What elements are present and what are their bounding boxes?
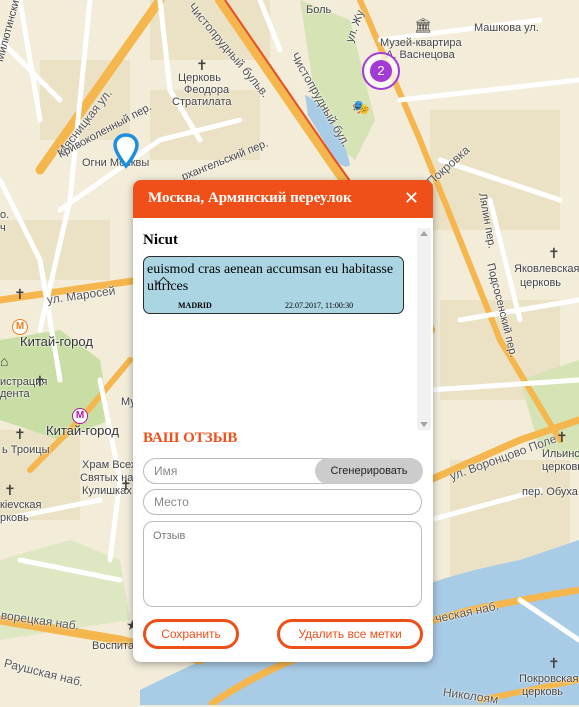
map-label: Боль: [306, 4, 332, 16]
map-label: церковь: [522, 686, 564, 698]
placemark-pin-icon[interactable]: [113, 133, 139, 169]
map-label: ь Троицы: [2, 444, 50, 456]
church-icon: ✝: [548, 245, 560, 261]
church-icon: ✝: [4, 482, 16, 498]
church-icon: ✝: [14, 286, 26, 302]
review-date: 22.07.2017, 11:00:30: [285, 301, 354, 310]
cluster-count: 2: [370, 60, 392, 82]
review-placeholder: Отзыв: [153, 530, 186, 542]
scroll-up-icon[interactable]: [420, 231, 428, 236]
church-icon: ✝: [556, 429, 568, 445]
review-dialog: Москва, Армянский переулок ✕ Nicut euism…: [133, 180, 433, 662]
save-button[interactable]: Сохранить: [143, 619, 239, 649]
placemark-cluster[interactable]: 2: [362, 52, 400, 90]
map-label: Церковь: [178, 72, 222, 84]
reviews-scrollbar[interactable]: [417, 228, 431, 430]
dialog-title: Москва, Армянский переулок: [148, 190, 352, 206]
map-label: Стратилата: [172, 96, 232, 108]
museum-icon: 🏛: [414, 17, 432, 33]
map-label: дента: [0, 388, 30, 400]
map-label: Китай-город: [20, 334, 93, 349]
place-placeholder: Место: [154, 495, 189, 509]
map-label: о.: [0, 209, 10, 221]
close-icon[interactable]: ✕: [404, 188, 419, 209]
name-placeholder: Имя: [154, 464, 178, 478]
church-icon: ✝: [14, 426, 26, 442]
map-label: рковь: [0, 512, 29, 524]
map-label: церковь: [542, 461, 579, 473]
map-label: пер. Обуха: [522, 486, 578, 498]
map-label: Покровская: [519, 673, 579, 685]
metro-icon: M: [12, 319, 28, 335]
review-text: euismod cras aenean accumsan eu habitass…: [147, 262, 394, 294]
place-field[interactable]: Место: [143, 489, 422, 515]
review-place: MADRID: [178, 301, 212, 310]
map-label: Воспитат: [92, 640, 139, 652]
map-label: Китай-город: [46, 423, 119, 438]
church-icon: ✝: [120, 477, 132, 493]
theatre-icon: 🎭: [352, 99, 370, 115]
church-icon: ✝: [548, 655, 560, 671]
map-label: Храм Всех: [82, 459, 137, 471]
building-icon: ⌂: [0, 353, 9, 369]
map-label: Яковлевская: [514, 263, 579, 275]
map-label: Машкова ул.: [474, 22, 539, 34]
form-title: ВАШ ОТЗЫВ: [143, 430, 238, 446]
map-label: Музей-квартира: [380, 37, 462, 49]
church-icon: ✝: [196, 57, 208, 73]
review-bubble: euismod cras aenean accumsan eu habitass…: [143, 256, 404, 314]
map-label: ч: [0, 222, 6, 234]
map-label: Ильинс: [542, 448, 579, 460]
scroll-down-icon[interactable]: [420, 422, 428, 427]
map-label: кievская: [0, 499, 42, 511]
reviews-list[interactable]: Nicut euismod cras aenean accumsan eu ha…: [143, 228, 431, 430]
map-label: Феодора: [184, 84, 230, 96]
map-label: церковь: [520, 277, 562, 289]
delete-all-button[interactable]: Удалить все метки: [277, 619, 423, 649]
dialog-header: Москва, Армянский переулок ✕: [133, 180, 433, 218]
review-textarea[interactable]: Отзыв: [143, 521, 422, 607]
church-icon: ✝: [34, 373, 46, 389]
generate-button[interactable]: Сгенерировать: [315, 458, 423, 484]
metro-icon: M: [72, 408, 88, 424]
review-author: Nicut: [143, 232, 178, 248]
